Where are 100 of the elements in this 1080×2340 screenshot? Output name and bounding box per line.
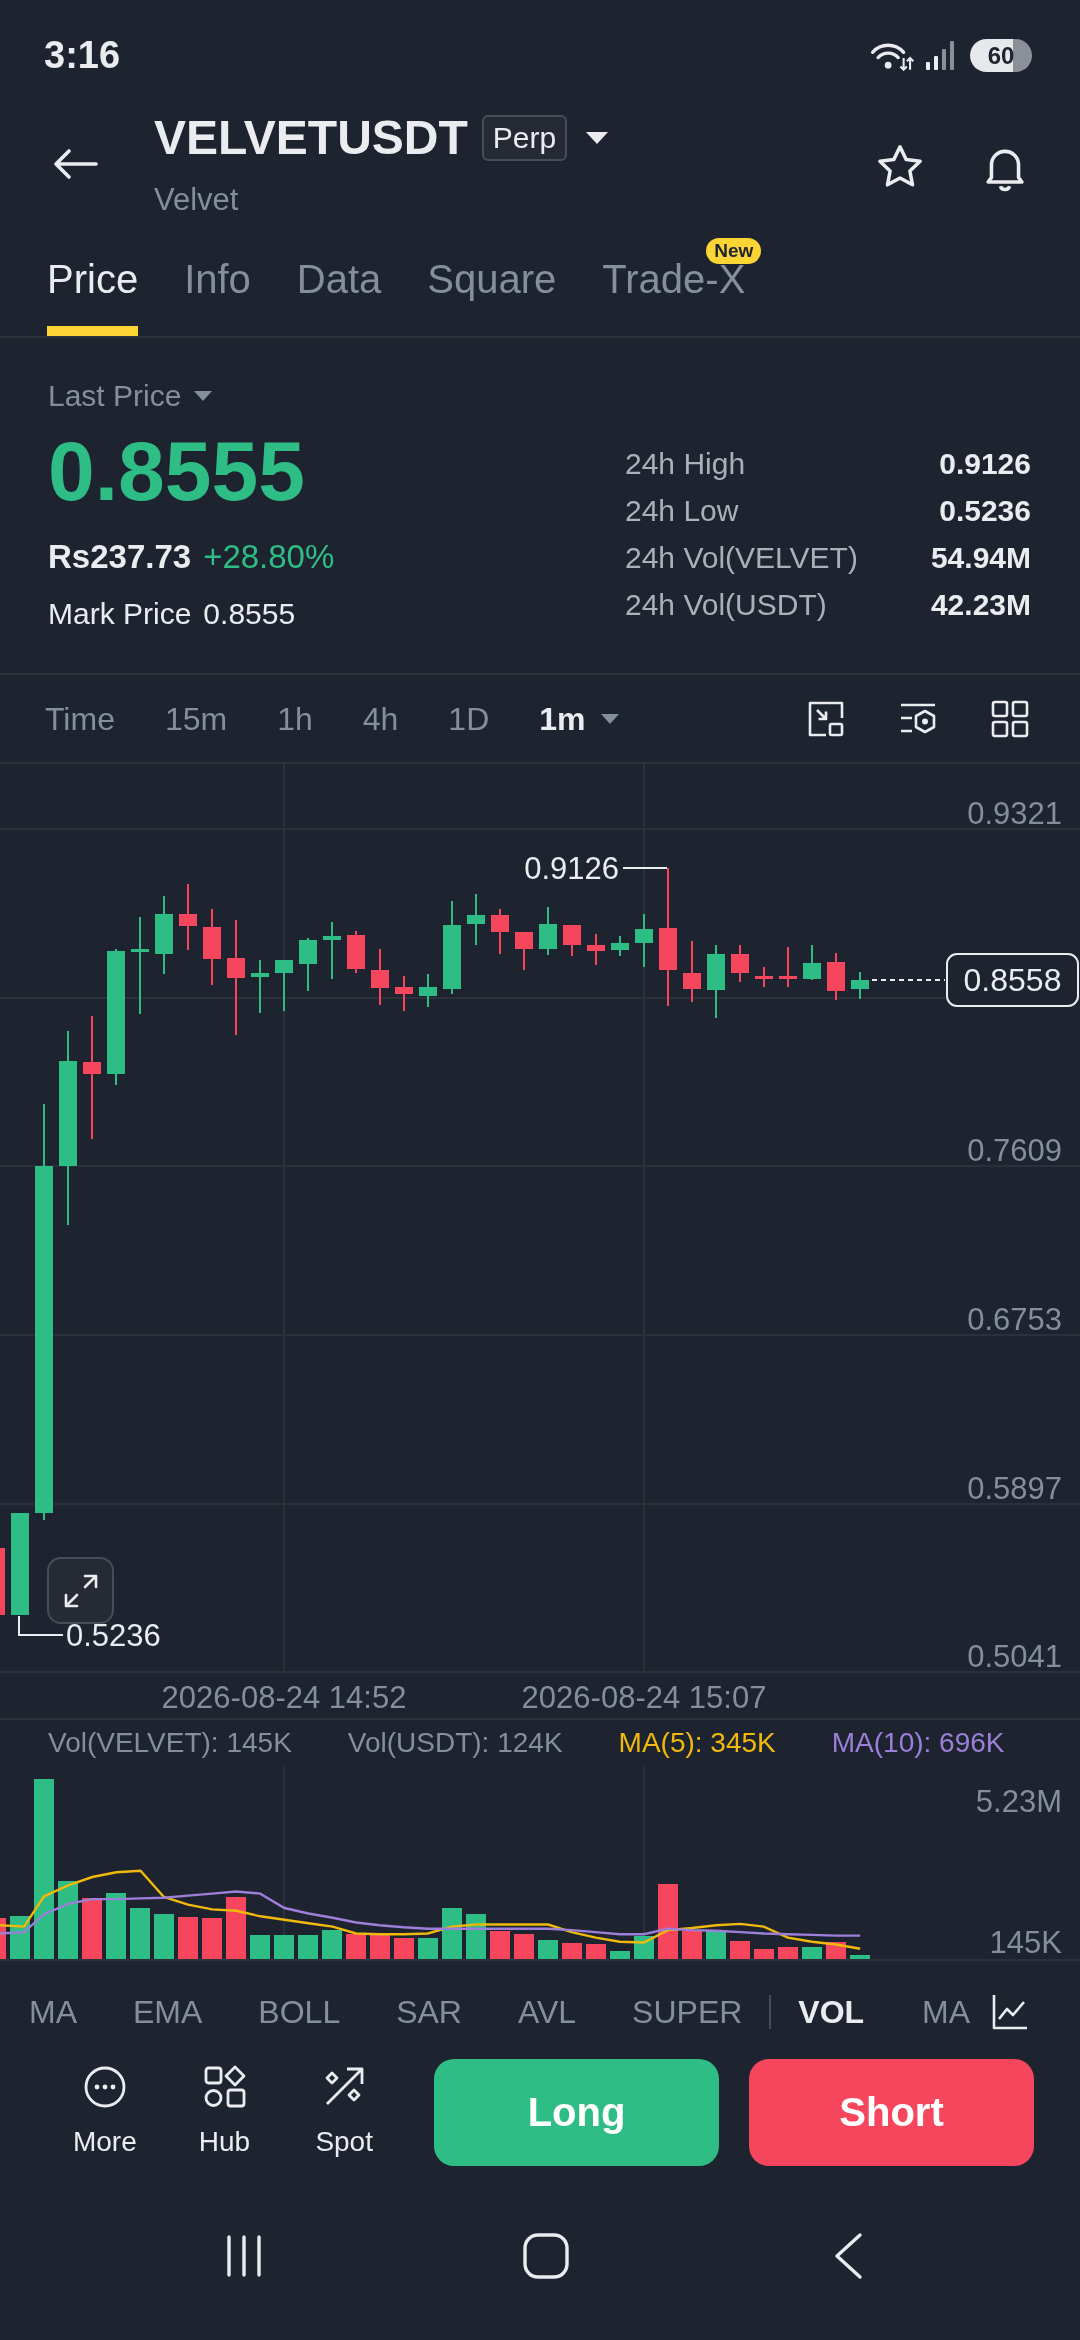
candle <box>323 921 341 980</box>
indicator-tab[interactable]: SAR <box>396 1992 462 2032</box>
volume-bar <box>346 1934 366 1959</box>
volume-bar <box>226 1897 246 1959</box>
leader-line <box>622 867 668 869</box>
home-icon[interactable] <box>522 2232 570 2280</box>
volume-bar <box>154 1914 174 1959</box>
volume-bar <box>0 1918 6 1959</box>
stat-label: 24h Low <box>625 493 739 528</box>
indicator-tab[interactable]: MA <box>29 1992 77 2032</box>
volume-bar <box>754 1949 774 1959</box>
candle <box>779 946 797 988</box>
timeframe-tab[interactable]: 1m <box>539 698 620 739</box>
candle <box>299 937 317 992</box>
grid-icon[interactable] <box>990 698 1030 739</box>
tab[interactable]: Square <box>427 256 557 336</box>
volume-bar <box>802 1947 822 1959</box>
stat-value: 0.9126 <box>939 446 1031 481</box>
stat-value: 42.23M <box>930 587 1031 622</box>
volume-bar <box>178 1917 198 1959</box>
price-axis-label: 0.7609 <box>967 1133 1062 1168</box>
candle <box>251 959 269 1014</box>
volume-bar <box>706 1931 726 1959</box>
candle <box>419 973 437 1008</box>
candle <box>851 971 869 1000</box>
volume-bar <box>394 1938 414 1959</box>
caret-icon <box>599 712 620 725</box>
price-axis-label: 0.9321 <box>967 796 1062 831</box>
long-button[interactable]: Long <box>434 2058 719 2166</box>
candle <box>179 883 197 951</box>
volume-bar <box>490 1931 510 1959</box>
candle <box>635 913 653 968</box>
candle <box>371 948 389 1006</box>
low-price-label: 0.5236 <box>66 1618 161 1653</box>
indicator-tab[interactable]: SUPER <box>632 1992 743 2032</box>
action-button[interactable]: More <box>55 2065 155 2159</box>
stat-label: 24h High <box>625 446 746 481</box>
action-button[interactable]: Hub <box>174 2065 275 2159</box>
timeframe-tab[interactable]: Time <box>45 698 115 739</box>
volume-bar <box>250 1935 270 1959</box>
volume-bar <box>610 1951 630 1959</box>
caret-icon <box>193 390 214 402</box>
time-axis-label: 2026-08-24 15:07 <box>521 1680 767 1715</box>
volume-axis-label: 5.23M <box>975 1784 1062 1819</box>
candle <box>755 966 773 988</box>
pair-name: Velvet <box>154 181 239 219</box>
tab[interactable]: Price <box>47 256 139 336</box>
time-axis-label: 2026-08-24 14:52 <box>161 1680 407 1715</box>
timeframe-tab[interactable]: 4h <box>362 698 399 739</box>
tab[interactable]: Data <box>296 256 382 336</box>
volume-bar <box>850 1955 870 1959</box>
volume-bar <box>442 1908 462 1959</box>
more-icon <box>82 2065 127 2109</box>
back-icon[interactable] <box>833 2232 863 2280</box>
candle <box>827 952 845 1001</box>
candle <box>0 1548 5 1615</box>
mark-price-label: Mark Price <box>48 596 192 632</box>
line-chart-icon[interactable] <box>990 1992 1030 2032</box>
short-button[interactable]: Short <box>749 2058 1034 2166</box>
tab[interactable]: Info <box>184 256 251 336</box>
volume-bar <box>202 1918 222 1959</box>
volume-bar <box>418 1938 438 1959</box>
high-price-label: 0.9126 <box>524 851 619 886</box>
action-button[interactable]: Spot <box>294 2065 394 2159</box>
timeframe-tab[interactable]: 1h <box>277 698 313 739</box>
volume-bar <box>370 1934 390 1959</box>
volume-bar <box>274 1935 294 1959</box>
volume-bar <box>586 1944 606 1959</box>
expand-button[interactable] <box>47 1557 114 1624</box>
volume-bar <box>634 1936 654 1959</box>
stat-value: 54.94M <box>930 540 1031 575</box>
candle <box>347 930 365 974</box>
volume-bar <box>466 1914 486 1959</box>
candle <box>587 933 605 966</box>
timeframe-tab[interactable]: 15m <box>164 698 228 739</box>
indicator-tab[interactable]: BOLL <box>258 1992 341 2032</box>
pair-symbol[interactable]: VELVETUSDT <box>154 110 468 166</box>
timeframe-tab[interactable]: 1D <box>448 698 490 739</box>
current-price-tag: 0.8558 <box>946 953 1079 1007</box>
fiat-price: Rs237.73 <box>48 537 192 577</box>
volume-bar <box>322 1930 342 1959</box>
indicator-tab[interactable]: VOL <box>798 1992 865 2032</box>
price-axis-label: 0.5041 <box>967 1639 1062 1674</box>
caret-icon[interactable] <box>585 131 610 145</box>
candle <box>539 906 557 956</box>
volume-bar <box>82 1898 102 1959</box>
volume-bar <box>514 1934 534 1959</box>
last-price: 0.8555 <box>48 426 305 516</box>
candle <box>467 893 485 946</box>
leader-line <box>18 1615 64 1636</box>
legend-label: Vol(USDT): 124K <box>347 1725 563 1760</box>
price-change: +28.80% <box>203 537 335 577</box>
indicator-tab[interactable]: AVL <box>517 1992 577 2032</box>
price-type-dropdown[interactable]: Last Price <box>48 378 214 414</box>
price-axis-label: 0.5897 <box>967 1471 1062 1506</box>
indicator-tab[interactable]: MA <box>922 1992 971 2032</box>
indicator-tab[interactable]: EMA <box>133 1992 203 2032</box>
status-time: 3:16 <box>44 33 121 77</box>
volume-bar <box>778 1947 798 1959</box>
back-arrow-icon[interactable] <box>52 148 98 180</box>
